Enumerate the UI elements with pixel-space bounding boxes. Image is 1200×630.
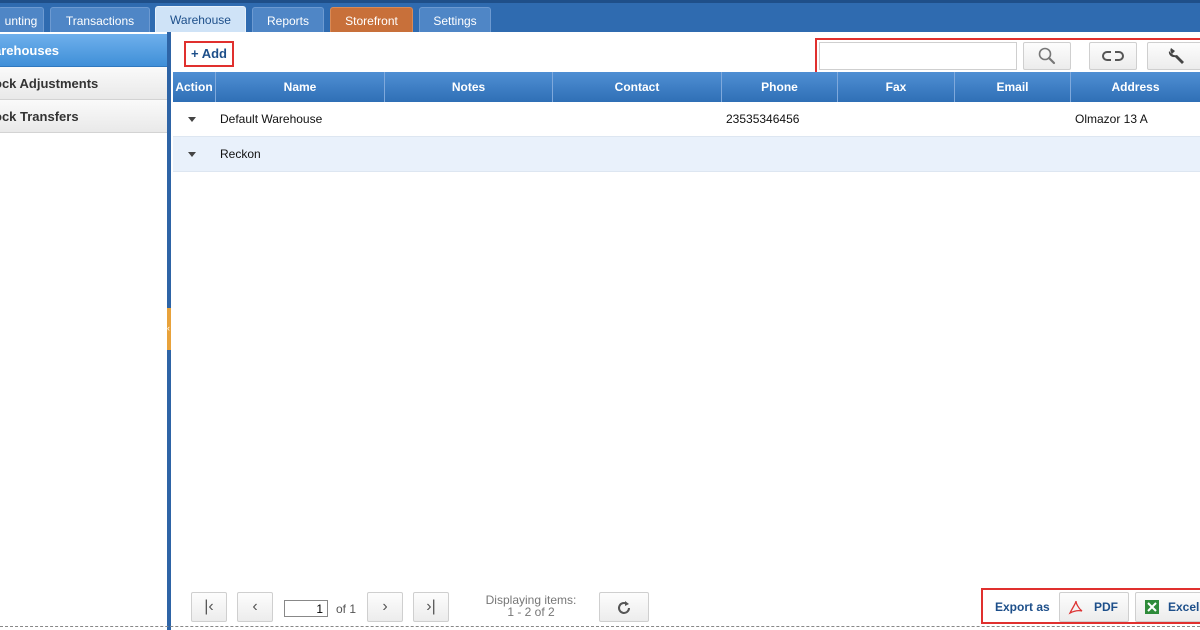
- prev-page-button[interactable]: ‹: [237, 592, 273, 622]
- export-pdf-button[interactable]: PDF: [1059, 592, 1129, 622]
- email-cell: [955, 137, 1071, 171]
- table-row[interactable]: Default Warehouse 23535346456 Olmazor 13…: [173, 102, 1200, 137]
- next-page-button[interactable]: ›: [367, 592, 403, 622]
- tab-reports[interactable]: Reports: [252, 7, 324, 33]
- last-page-icon: ›|: [426, 598, 436, 615]
- sidebar-item-warehouses[interactable]: arehouses: [0, 34, 167, 67]
- page-number-input[interactable]: [284, 600, 328, 617]
- last-page-button[interactable]: ›|: [413, 592, 449, 622]
- top-tab-bar: unting Transactions Warehouse Reports St…: [0, 0, 1200, 34]
- first-page-button[interactable]: |‹: [191, 592, 227, 622]
- email-cell: [955, 102, 1071, 136]
- settings-button[interactable]: [1147, 42, 1200, 70]
- sidebar-item-stock-adjustments[interactable]: ock Adjustments: [0, 67, 167, 100]
- notes-cell: [385, 137, 553, 171]
- sidebar-item-stock-transfers[interactable]: ock Transfers: [0, 100, 167, 133]
- refresh-button[interactable]: [599, 592, 649, 622]
- column-header-address[interactable]: Address: [1071, 72, 1200, 102]
- wrench-icon: [1168, 48, 1184, 64]
- pdf-icon: [1068, 600, 1083, 615]
- column-header-contact[interactable]: Contact: [553, 72, 722, 102]
- chevron-down-icon[interactable]: [188, 117, 196, 123]
- total-pages: 1: [349, 602, 357, 616]
- main-panel: + Add Action Name Notes Contact Phone Fa…: [171, 32, 1200, 630]
- table-row[interactable]: Reckon: [173, 137, 1200, 172]
- chevron-down-icon[interactable]: [188, 152, 196, 158]
- refresh-icon: [618, 601, 630, 614]
- add-button[interactable]: + Add: [184, 41, 234, 67]
- search-input[interactable]: [819, 42, 1017, 70]
- displaying-range: 1 - 2 of 2: [507, 605, 555, 619]
- first-page-icon: |‹: [204, 598, 214, 615]
- row-action-cell[interactable]: [173, 102, 216, 136]
- address-cell: Olmazor 13 A: [1075, 112, 1148, 126]
- tab-transactions[interactable]: Transactions: [50, 7, 150, 33]
- column-header-fax[interactable]: Fax: [838, 72, 955, 102]
- search-toolbar: [815, 38, 1200, 74]
- export-toolbar: Export as PDF Excel: [981, 588, 1200, 624]
- column-header-email[interactable]: Email: [955, 72, 1071, 102]
- address-cell: [1071, 137, 1200, 171]
- fax-cell: [838, 102, 955, 136]
- contact-cell: [553, 102, 722, 136]
- tab-storefront[interactable]: Storefront: [330, 7, 413, 33]
- export-excel-button[interactable]: Excel: [1135, 592, 1200, 622]
- excel-icon: [1145, 600, 1159, 614]
- bottom-divider: [0, 626, 1200, 627]
- column-header-phone[interactable]: Phone: [722, 72, 838, 102]
- phone-cell: [722, 137, 838, 171]
- tab-settings[interactable]: Settings: [419, 7, 491, 33]
- grid-header: Action Name Notes Contact Phone Fax Emai…: [173, 72, 1200, 102]
- column-header-action[interactable]: Action: [173, 72, 216, 102]
- search-icon: [1038, 47, 1056, 65]
- chevron-left-icon: ‹: [252, 598, 258, 615]
- column-header-notes[interactable]: Notes: [385, 72, 553, 102]
- name-cell: Default Warehouse: [220, 112, 323, 126]
- pagination-bar: |‹ ‹ of 1 › ›| Displaying items: 1 - 2 o…: [171, 588, 1200, 630]
- contact-cell: [553, 137, 722, 171]
- phone-cell: 23535346456: [726, 112, 800, 126]
- search-button[interactable]: [1023, 42, 1071, 70]
- of-label: of: [336, 602, 347, 616]
- name-cell: Reckon: [220, 147, 261, 161]
- row-action-cell[interactable]: [173, 137, 216, 171]
- sidebar: arehouses ock Adjustments ock Transfers: [0, 32, 167, 630]
- notes-cell: [385, 102, 553, 136]
- tab-accounting[interactable]: unting: [0, 7, 44, 33]
- sidebar-item-label: ock Transfers: [0, 109, 79, 124]
- export-label: Export as: [995, 600, 1050, 614]
- sidebar-item-label: ock Adjustments: [0, 76, 99, 91]
- pdf-label: PDF: [1094, 600, 1118, 614]
- link-icon: [1102, 51, 1124, 61]
- sidebar-item-label: arehouses: [0, 43, 60, 58]
- excel-label: Excel: [1168, 600, 1200, 614]
- chevron-left-icon: ‹: [167, 323, 170, 333]
- fax-cell: [838, 137, 955, 171]
- grid-toolbar: + Add: [171, 32, 1200, 74]
- tab-warehouse[interactable]: Warehouse: [155, 6, 246, 34]
- chevron-right-icon: ›: [382, 598, 388, 615]
- displaying-items-info: Displaying items: 1 - 2 of 2: [481, 594, 581, 618]
- page-total-label: of 1: [336, 602, 356, 616]
- clear-filter-button[interactable]: [1089, 42, 1137, 70]
- column-header-name[interactable]: Name: [216, 72, 385, 102]
